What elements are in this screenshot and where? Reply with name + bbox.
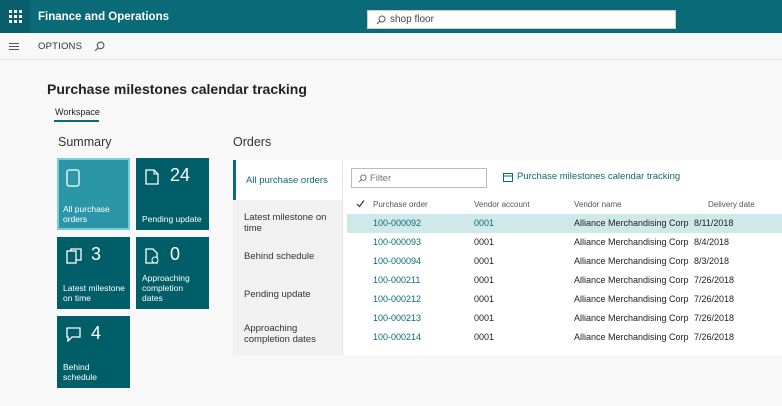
tile-label: Pending update <box>142 214 202 224</box>
delivery-date-cell: 7/26/2018 <box>694 275 735 285</box>
vendor-name-cell: Alliance Merchandising Corp <box>574 313 689 323</box>
vendor-name-cell: Alliance Merchandising Corp <box>574 218 689 228</box>
purchase-order-link[interactable]: 100-000212 <box>373 294 421 304</box>
tab-workspace[interactable]: Workspace <box>55 107 100 117</box>
delivery-date-cell: 8/11/2018 <box>694 218 734 228</box>
table-row[interactable]: 100-000094 0001 Alliance Merchandising C… <box>347 252 782 271</box>
tile-count: 3 <box>91 244 102 264</box>
tile-count: 24 <box>170 165 191 185</box>
column-header-delivery-date[interactable]: Delivery date <box>708 200 755 209</box>
vendor-name-cell: Alliance Merchandising Corp <box>574 332 689 342</box>
tile-count: 0 <box>170 244 181 264</box>
nav-item-approaching-completion-dates[interactable]: Approaching completion dates <box>234 323 338 345</box>
vendor-account-cell: 0001 <box>474 313 495 323</box>
document-icon <box>66 169 80 187</box>
vendor-name-cell: Alliance Merchandising Corp <box>574 237 689 247</box>
app-header: Finance and Operations shop floor <box>0 0 782 33</box>
table-row[interactable]: 100-000092 0001 Alliance Merchandising C… <box>347 214 782 233</box>
tile-behind-schedule[interactable]: 4 Behind schedule <box>57 316 130 388</box>
search-input[interactable]: shop floor <box>367 10 676 29</box>
vendor-name-cell: Alliance Merchandising Corp <box>574 275 689 285</box>
chat-icon <box>66 327 81 342</box>
vendor-account-cell: 0001 <box>474 256 495 266</box>
purchase-order-link[interactable]: 100-000213 <box>373 313 421 323</box>
filter-input[interactable]: Filter <box>351 168 487 188</box>
calendar-icon <box>503 172 513 182</box>
table-row[interactable]: 100-000213 0001 Alliance Merchandising C… <box>347 309 782 328</box>
summary-heading: Summary <box>58 135 112 149</box>
document-clock-icon <box>145 248 159 264</box>
tile-label: Approaching completion dates <box>142 273 190 303</box>
delivery-date-cell: 7/26/2018 <box>694 313 735 323</box>
document-icon <box>145 169 159 185</box>
waffle-icon <box>8 10 22 23</box>
vendor-account-cell: 0001 <box>474 275 495 285</box>
search-icon <box>376 15 386 24</box>
page-title: Purchase milestones calendar tracking <box>47 81 307 97</box>
delivery-date-cell: 7/26/2018 <box>694 294 735 304</box>
nav-item-latest-milestone-on-time[interactable]: Latest milestone on time <box>234 212 343 234</box>
tile-latest-milestone-on-time[interactable]: 3 Latest milestone on time <box>57 237 130 309</box>
search-icon <box>358 173 367 182</box>
vendor-account-cell: 0001 <box>474 332 495 342</box>
purchase-order-link[interactable]: 100-000211 <box>373 275 420 285</box>
column-header-vendor-name[interactable]: Vendor name <box>574 200 622 209</box>
search-icon <box>94 41 105 51</box>
purchase-order-link[interactable]: 100-000092 <box>373 218 421 228</box>
app-title[interactable]: Finance and Operations <box>38 11 169 23</box>
calendar-tracking-link-label: Purchase milestones calendar tracking <box>517 171 681 182</box>
vendor-account-cell[interactable]: 0001 <box>474 218 494 228</box>
documents-icon <box>66 248 82 264</box>
tile-pending-update[interactable]: 24 Pending update <box>136 158 209 230</box>
tile-label: Latest milestone on time <box>63 283 125 303</box>
nav-item-behind-schedule[interactable]: Behind schedule <box>234 251 343 262</box>
vendor-account-cell: 0001 <box>474 294 495 304</box>
action-pane: OPTIONS <box>0 33 782 60</box>
app-launcher-button[interactable] <box>0 0 30 33</box>
tile-all-purchase-orders[interactable]: All purchase orders <box>57 158 130 230</box>
table-row[interactable]: 100-000093 0001 Alliance Merchandising C… <box>347 233 782 252</box>
delivery-date-cell: 8/3/2018 <box>694 256 730 266</box>
delivery-date-cell: 7/26/2018 <box>694 332 735 342</box>
column-header-purchase-order[interactable]: Purchase order <box>373 200 428 209</box>
table-row[interactable]: 100-000211 0001 Alliance Merchandising C… <box>347 271 782 290</box>
tile-label: Behind schedule <box>63 362 98 382</box>
vendor-name-cell: Alliance Merchandising Corp <box>574 294 689 304</box>
select-all-checkmark-icon[interactable] <box>356 199 365 208</box>
orders-heading: Orders <box>233 135 272 149</box>
tile-label: All purchase orders <box>63 204 110 224</box>
action-search-button[interactable] <box>94 41 105 52</box>
hamburger-menu-icon[interactable] <box>0 42 28 50</box>
table-row[interactable]: 100-000212 0001 Alliance Merchandising C… <box>347 290 782 309</box>
nav-item-all-purchase-orders[interactable]: All purchase orders <box>236 175 345 186</box>
purchase-order-link[interactable]: 100-000093 <box>373 237 421 247</box>
calendar-tracking-link[interactable]: Purchase milestones calendar tracking <box>503 171 680 182</box>
vendor-name-cell: Alliance Merchandising Corp <box>574 256 689 266</box>
nav-item-pending-update[interactable]: Pending update <box>234 289 343 300</box>
search-value: shop floor <box>390 14 434 25</box>
purchase-order-link[interactable]: 100-000094 <box>373 256 421 266</box>
tile-count: 4 <box>91 323 102 343</box>
purchase-order-link[interactable]: 100-000214 <box>373 332 421 342</box>
vendor-account-cell: 0001 <box>474 237 495 247</box>
filter-placeholder: Filter <box>370 172 392 184</box>
tile-approaching-completion-dates[interactable]: 0 Approaching completion dates <box>136 237 209 309</box>
options-button[interactable]: OPTIONS <box>38 41 82 52</box>
tab-active-indicator <box>54 120 99 122</box>
column-header-vendor-account[interactable]: Vendor account <box>474 200 530 209</box>
table-row[interactable]: 100-000214 0001 Alliance Merchandising C… <box>347 328 782 347</box>
delivery-date-cell: 8/4/2018 <box>694 237 730 247</box>
